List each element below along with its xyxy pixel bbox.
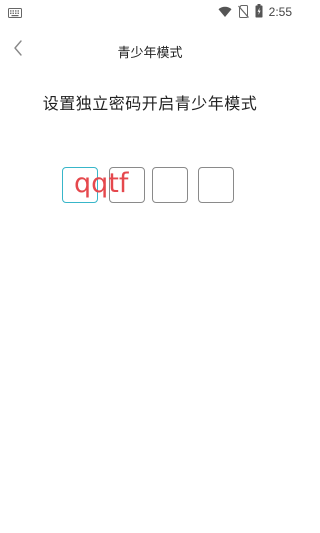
status-bar: 2:55 xyxy=(0,0,300,24)
header: 青少年模式 xyxy=(0,34,300,68)
status-left xyxy=(8,3,22,22)
wifi-icon xyxy=(218,3,232,22)
chevron-left-icon xyxy=(12,39,24,61)
status-right: 2:55 xyxy=(218,3,292,22)
back-button[interactable] xyxy=(6,38,30,62)
password-prompt: 设置独立密码开启青少年模式 xyxy=(42,94,258,113)
keyboard-icon xyxy=(8,3,22,22)
no-sim-icon xyxy=(237,3,249,22)
teen-mode-page: 2:55 青少年模式 设置独立密码开启青少年模式 xyxy=(0,0,300,533)
status-time: 2:55 xyxy=(268,5,292,19)
battery-icon xyxy=(255,3,263,22)
password-input[interactable] xyxy=(74,163,194,203)
code-box-4[interactable] xyxy=(198,167,234,203)
password-code-row[interactable] xyxy=(60,163,240,207)
page-title: 青少年模式 xyxy=(117,45,183,61)
